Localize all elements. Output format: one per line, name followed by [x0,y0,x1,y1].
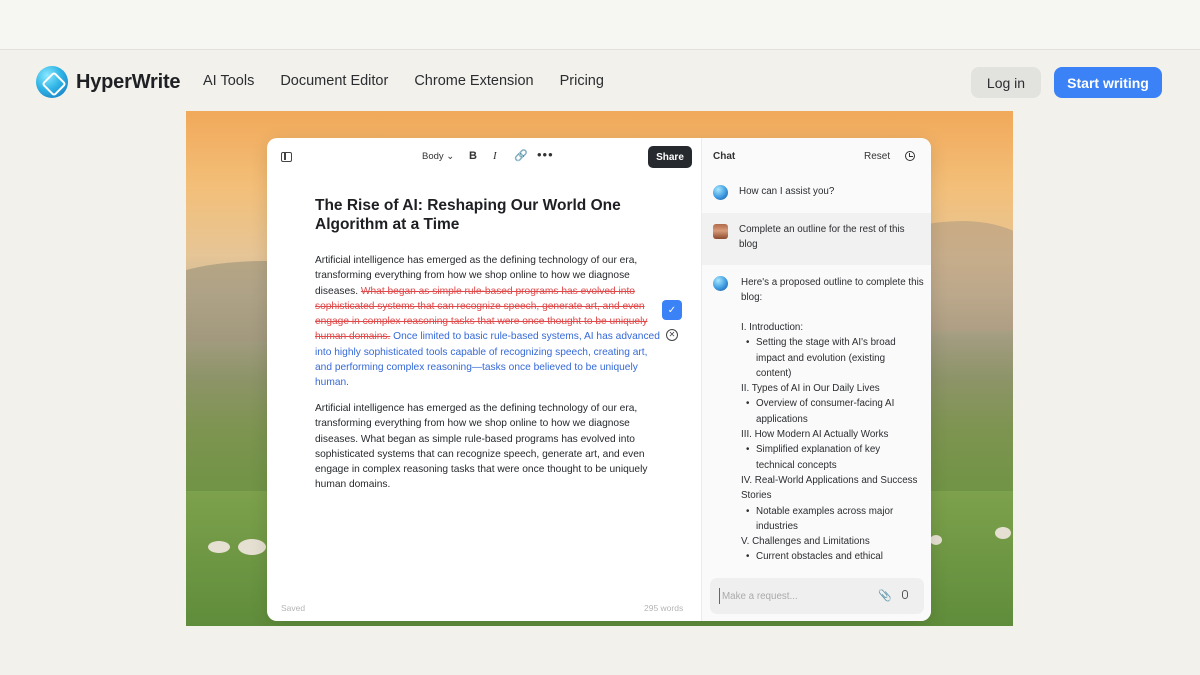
page-bottom-area [0,626,1200,675]
paragraph-with-suggestion[interactable]: Artificial intelligence has emerged as t… [315,253,660,391]
reset-chat-button[interactable]: Reset [864,151,890,162]
outline-section: III. How Modern AI Actually Works [741,429,889,441]
word-count: 295 words [644,603,684,613]
chat-request-input[interactable] [719,588,869,604]
more-options-icon[interactable]: ••• [537,147,554,162]
assistant-avatar-icon [713,276,728,291]
sheep-shape [238,539,266,555]
message-text: Complete an outline for the rest of this… [739,224,905,251]
italic-button[interactable]: I [493,150,497,162]
nav-link-ai-tools[interactable]: AI Tools [203,73,254,89]
document-title[interactable]: The Rise of AI: Reshaping Our World One … [315,196,625,234]
hyperwrite-logo-icon [36,66,68,98]
nav-link-pricing[interactable]: Pricing [560,73,604,89]
login-button[interactable]: Log in [971,67,1041,98]
browser-top-strip [0,0,1200,50]
link-icon[interactable]: 🔗 [514,149,528,162]
attach-paperclip-icon[interactable]: 📎 [878,589,892,602]
text-style-select[interactable]: Body ⌄ [422,151,454,162]
outline-section: II. Types of AI in Our Daily Lives [741,383,880,395]
sheep-shape [208,541,230,553]
user-message: Complete an outline for the rest of this… [702,213,931,265]
outline-bullet: Overview of consumer-facing AI applicati… [741,396,921,427]
chat-title: Chat [713,151,736,162]
save-status: Saved [281,603,306,613]
chat-input-box: 📎 [710,578,924,614]
outline-list: I. Introduction: Setting the stage with … [741,320,921,565]
outline-bullet: Notable examples across major industries [741,504,921,535]
sheep-shape [995,527,1011,539]
outline-bullet: Current obstacles and ethical [741,549,921,565]
brand-logo[interactable]: HyperWrite [36,66,181,98]
assistant-avatar-icon [713,185,728,200]
outline-section: I. Introduction: [741,322,804,333]
brand-name: HyperWrite [76,70,181,93]
share-button[interactable]: Share [648,146,692,168]
outline-section: IV. Real-World Applications and Success … [741,474,918,502]
microphone-icon[interactable] [902,590,908,599]
bold-button[interactable]: B [469,150,477,162]
chat-panel: Chat Reset How can I assist you? Complet… [701,138,931,621]
history-clock-icon[interactable] [905,151,915,161]
reject-suggestion-button[interactable]: ✕ [666,329,678,341]
sheep-shape [930,535,942,545]
sidebar-toggle-icon[interactable] [281,152,292,162]
main-nav: AI Tools Document Editor Chrome Extensio… [203,73,604,89]
accept-suggestion-button[interactable]: ✓ [662,300,682,320]
message-text: How can I assist you? [739,186,835,197]
outline-bullet: Simplified explanation of key technical … [741,442,921,473]
site-header: HyperWrite AI Tools Document Editor Chro… [0,52,1200,110]
editor-app-window: Body ⌄ B I 🔗 ••• Share The Rise of AI: R… [267,138,931,621]
nav-link-chrome-extension[interactable]: Chrome Extension [414,73,533,89]
start-writing-button[interactable]: Start writing [1054,67,1162,98]
user-avatar [713,224,728,239]
nav-link-document-editor[interactable]: Document Editor [280,73,388,89]
outline-section: V. Challenges and Limitations [741,536,870,548]
paragraph[interactable]: Artificial intelligence has emerged as t… [315,401,660,493]
document-editor-pane: Body ⌄ B I 🔗 ••• Share The Rise of AI: R… [267,138,701,621]
message-text: Here's a proposed outline to complete th… [741,277,924,304]
outline-bullet: Setting the stage with AI's broad impact… [741,335,921,381]
